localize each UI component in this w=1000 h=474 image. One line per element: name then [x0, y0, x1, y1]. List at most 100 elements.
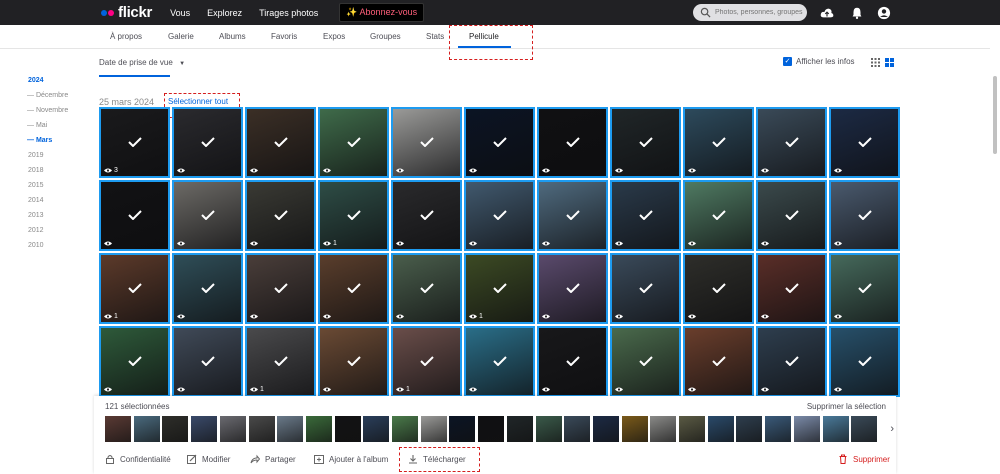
photo-tile[interactable] — [756, 180, 827, 251]
month-item[interactable]: — Novembre — [27, 106, 68, 121]
photo-tile[interactable]: 1 — [99, 253, 170, 324]
photo-tile[interactable] — [610, 326, 681, 397]
photo-tile[interactable] — [829, 253, 900, 324]
selected-thumbnail[interactable] — [736, 416, 763, 442]
photo-tile[interactable] — [610, 253, 681, 324]
page-scrollbar[interactable] — [993, 76, 997, 154]
photo-tile[interactable] — [99, 326, 170, 397]
photo-tile[interactable] — [829, 180, 900, 251]
photo-tile[interactable] — [172, 253, 243, 324]
photo-tile[interactable] — [537, 326, 608, 397]
selected-thumbnail[interactable] — [392, 416, 418, 442]
photo-tile[interactable] — [537, 180, 608, 251]
photo-tile[interactable] — [610, 107, 681, 178]
year-item[interactable]: 2012 — [28, 226, 68, 241]
selected-thumbnail[interactable] — [793, 416, 820, 442]
photo-tile[interactable]: 1 — [318, 180, 389, 251]
year-item[interactable]: 2018 — [28, 166, 68, 181]
selected-thumbnail[interactable] — [650, 416, 677, 442]
tab-gallery[interactable]: Galerie — [168, 32, 194, 41]
tab-about[interactable]: À propos — [110, 32, 142, 41]
photo-tile[interactable] — [318, 326, 389, 397]
subscribe-button[interactable]: ✨ Abonnez-vous — [339, 3, 425, 22]
photo-tile[interactable] — [683, 253, 754, 324]
selected-thumbnail[interactable] — [248, 416, 275, 442]
year-item[interactable]: 2019 — [28, 151, 68, 166]
photo-tile[interactable] — [464, 180, 535, 251]
search-input[interactable] — [715, 9, 805, 16]
year-item[interactable]: 2024 — [28, 76, 68, 91]
photo-tile[interactable] — [245, 253, 316, 324]
selected-thumbnail[interactable] — [191, 416, 218, 442]
photo-tile[interactable] — [829, 326, 900, 397]
photo-tile[interactable] — [391, 253, 462, 324]
add-to-album-button[interactable]: Ajouter à l'album — [314, 454, 388, 464]
selected-thumbnail[interactable] — [564, 416, 591, 442]
tab-favorites[interactable]: Favoris — [271, 32, 297, 41]
photo-tile[interactable] — [756, 107, 827, 178]
delete-button[interactable]: Supprimer — [838, 454, 890, 464]
flickr-logo[interactable]: flickr — [101, 4, 152, 21]
tab-galleries-expos[interactable]: Expos — [323, 32, 345, 41]
month-item[interactable]: — Décembre — [27, 91, 68, 106]
tab-stats[interactable]: Stats — [426, 32, 444, 41]
selected-thumbnail[interactable] — [851, 416, 878, 442]
selected-thumbnail[interactable] — [822, 416, 849, 442]
photo-tile[interactable] — [756, 326, 827, 397]
photo-tile[interactable] — [756, 253, 827, 324]
selected-thumbnail[interactable] — [707, 416, 734, 442]
selected-thumbnail[interactable] — [535, 416, 562, 442]
photo-tile[interactable] — [537, 253, 608, 324]
account-avatar-icon[interactable] — [877, 6, 891, 20]
selected-thumbnail[interactable] — [162, 416, 189, 442]
photo-tile[interactable]: 1 — [391, 326, 462, 397]
year-item[interactable]: 2015 — [28, 181, 68, 196]
selected-thumbnail[interactable] — [133, 416, 160, 442]
photo-tile[interactable] — [391, 180, 462, 251]
grid-small-view-icon[interactable] — [871, 58, 880, 67]
tab-groups[interactable]: Groupes — [370, 32, 401, 41]
photo-tile[interactable] — [391, 107, 462, 178]
photo-tile[interactable] — [318, 107, 389, 178]
tab-albums[interactable]: Albums — [219, 32, 246, 41]
selected-thumbnail[interactable] — [592, 416, 619, 442]
photo-tile[interactable] — [172, 326, 243, 397]
selected-thumbnail[interactable] — [277, 416, 304, 442]
nav-prints[interactable]: Tirages photos — [259, 8, 318, 18]
photo-tile[interactable] — [683, 326, 754, 397]
grid-large-view-icon[interactable] — [885, 58, 894, 67]
selected-thumbnail[interactable] — [679, 416, 705, 442]
photo-tile[interactable] — [829, 107, 900, 178]
upload-cloud-icon[interactable] — [820, 6, 834, 20]
photo-tile[interactable] — [245, 180, 316, 251]
photo-tile[interactable] — [683, 107, 754, 178]
selected-thumbnail[interactable] — [105, 416, 131, 442]
search-box[interactable] — [693, 4, 807, 21]
photo-tile[interactable]: 1 — [464, 253, 535, 324]
year-item[interactable]: 2013 — [28, 211, 68, 226]
photo-tile[interactable] — [172, 107, 243, 178]
privacy-button[interactable]: Confidentialité — [105, 454, 171, 464]
selected-thumbnail[interactable] — [621, 416, 648, 442]
selected-thumbnail[interactable] — [363, 416, 390, 442]
sort-dropdown[interactable]: Date de prise de vue ▼ — [99, 58, 185, 67]
chevron-right-icon[interactable]: › — [890, 423, 894, 435]
photo-tile[interactable] — [537, 107, 608, 178]
nav-you[interactable]: Vous — [170, 8, 190, 18]
photo-tile[interactable]: 1 — [245, 326, 316, 397]
clear-selection-link[interactable]: Supprimer la sélection — [807, 402, 886, 411]
edit-button[interactable]: Modifier — [187, 454, 230, 464]
selected-thumbnail[interactable] — [765, 416, 792, 442]
month-item[interactable]: — Mars — [27, 136, 68, 151]
selected-thumbnail[interactable] — [420, 416, 447, 442]
photo-tile[interactable] — [464, 107, 535, 178]
nav-explore[interactable]: Explorez — [207, 8, 242, 18]
photo-tile[interactable] — [172, 180, 243, 251]
selected-thumbnail[interactable] — [506, 416, 533, 442]
selected-thumbnail[interactable] — [449, 416, 476, 442]
year-item[interactable]: 2010 — [28, 241, 68, 256]
selected-thumbnail[interactable] — [305, 416, 332, 442]
selected-thumbnail[interactable] — [219, 416, 246, 442]
selected-thumbnail[interactable] — [334, 416, 361, 442]
selected-thumbnail[interactable] — [478, 416, 505, 442]
